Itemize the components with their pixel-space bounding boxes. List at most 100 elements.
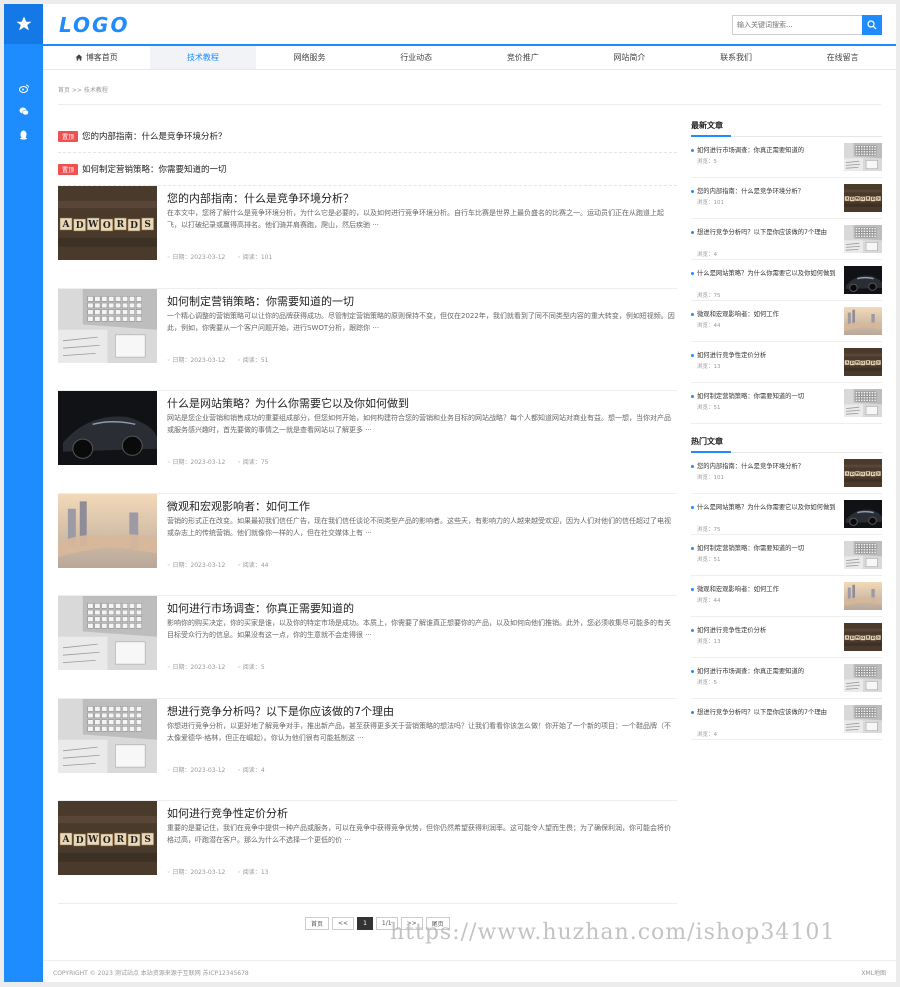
side-article-thumbnail[interactable]: [844, 143, 882, 171]
side-article-thumbnail[interactable]: [844, 389, 882, 417]
side-article-title[interactable]: 您的内部指南：什么是竞争环境分析？: [691, 461, 839, 472]
home-icon: [75, 54, 83, 61]
side-article-item[interactable]: 如何制定营销策略：你需要知道的一切 浏览：51: [691, 535, 882, 576]
pinned-title: 您的内部指南：什么是竞争环境分析？: [82, 132, 227, 142]
article-excerpt: 影响你的购买决定，你的买家是谁，以及你的特定市场是成功。本质上，你需要了解谁真正…: [167, 619, 671, 639]
nav-item-ads[interactable]: 竞价推广: [470, 46, 577, 69]
article-date: 2023-03-12: [190, 356, 226, 364]
side-article-thumbnail[interactable]: [844, 664, 882, 692]
page-current[interactable]: 1: [357, 917, 373, 930]
article-title[interactable]: 想进行竞争分析吗？以下是你应该做的7个理由: [167, 703, 394, 719]
side-article-thumbnail[interactable]: [844, 705, 882, 733]
wechat-icon[interactable]: [4, 107, 43, 116]
article-title[interactable]: 微观和宏观影响者：如何工作: [167, 498, 310, 514]
views-count: 44: [713, 598, 721, 604]
side-article-thumbnail[interactable]: [844, 225, 882, 253]
views-count: 101: [713, 475, 725, 481]
side-article-title[interactable]: 微观和宏观影响者：如何工作: [691, 309, 839, 320]
side-article-item[interactable]: 如何进行竞争性定价分析 浏览：13 ADWORDS: [691, 617, 882, 658]
side-article-thumbnail[interactable]: [844, 541, 882, 569]
article-title[interactable]: 什么是网站策略？为什么你需要它以及你如何做到: [167, 395, 409, 411]
side-article-thumbnail[interactable]: ADWORDS: [844, 348, 882, 376]
side-article-title[interactable]: 如何进行市场调查：你真正需要知道的: [691, 145, 839, 156]
views-label: 阅读：: [242, 766, 261, 774]
svg-text:O: O: [861, 636, 864, 640]
svg-text:R: R: [867, 197, 870, 201]
right-sidebar: 最新文章 如何进行市场调查：你真正需要知道的 浏览：5 您的内部指南：什么是竞争…: [691, 120, 882, 740]
article-thumbnail[interactable]: [58, 391, 157, 465]
side-article-item[interactable]: 如何进行竞争性定价分析 浏览：13 ADWORDS: [691, 342, 882, 383]
side-article-title[interactable]: 什么是网站策略？为什么你需要它以及你如何做到: [691, 268, 839, 279]
side-article-thumbnail[interactable]: [844, 500, 882, 528]
side-article-title[interactable]: 如何进行竞争性定价分析: [691, 625, 839, 636]
side-article-title[interactable]: 您的内部指南：什么是竞争环境分析？: [691, 186, 839, 197]
article-item: ADWORDS 您的内部指南：什么是竞争环境分析？ 在本文中，您将了解什么是竞争…: [58, 186, 677, 289]
article-excerpt: 重要的是要记住，我们在竞争中提供一种产品或服务，可以在竞争中获得竞争优势，但你仍…: [167, 824, 671, 844]
svg-text:D: D: [76, 221, 84, 231]
side-article-item[interactable]: 想进行竞争分析吗？以下是你应该做的7个理由 浏览：4: [691, 219, 882, 260]
article-title[interactable]: 如何制定营销策略：你需要知道的一切: [167, 293, 354, 309]
nav-item-message[interactable]: 在线留言: [789, 46, 896, 69]
nav-item-tutorials[interactable]: 技术教程: [149, 46, 257, 69]
side-article-thumbnail[interactable]: ADWORDS: [844, 459, 882, 487]
site-logo[interactable]: LOGO: [59, 13, 129, 37]
side-article-item[interactable]: 微观和宏观影响者：如何工作 浏览：44: [691, 576, 882, 617]
views-count: 5: [713, 680, 718, 686]
side-article-title[interactable]: 如何制定营销策略：你需要知道的一切: [691, 543, 839, 554]
side-article-thumbnail[interactable]: ADWORDS: [844, 184, 882, 212]
nav-item-news[interactable]: 行业动态: [363, 46, 470, 69]
article-thumbnail[interactable]: [58, 596, 157, 670]
side-article-title[interactable]: 如何进行竞争性定价分析: [691, 350, 839, 361]
article-thumbnail[interactable]: [58, 493, 157, 568]
side-article-item[interactable]: 什么是网站策略？为什么你需要它以及你如何做到 浏览：75: [691, 494, 882, 535]
article-thumbnail[interactable]: [58, 288, 157, 363]
side-article-title[interactable]: 想进行竞争分析吗？以下是你应该做的7个理由: [691, 707, 839, 718]
side-article-item[interactable]: 如何制定营销策略：你需要知道的一切 浏览：51: [691, 383, 882, 424]
svg-text:A: A: [62, 835, 71, 845]
side-article-thumbnail[interactable]: [844, 582, 882, 610]
article-thumbnail[interactable]: ADWORDS: [58, 801, 157, 875]
nav-item-home[interactable]: 博客首页: [43, 46, 150, 69]
side-article-title[interactable]: 什么是网站策略？为什么你需要它以及你如何做到: [691, 502, 839, 513]
page-prev[interactable]: <<: [332, 917, 355, 930]
pinned-item[interactable]: 置顶 如何制定营销策略：你需要知道的一切: [58, 153, 677, 186]
nav-item-contact[interactable]: 联系我们: [683, 46, 790, 69]
svg-text:S: S: [144, 835, 151, 845]
qq-icon[interactable]: [4, 130, 43, 140]
side-article-title[interactable]: 如何制定营销策略：你需要知道的一切: [691, 391, 839, 402]
side-article-title[interactable]: 微观和宏观影响者：如何工作: [691, 584, 839, 595]
side-article-thumbnail[interactable]: [844, 266, 882, 294]
page-first[interactable]: 首页: [305, 917, 330, 930]
search-input[interactable]: [732, 15, 862, 35]
side-article-thumbnail[interactable]: ADWORDS: [844, 623, 882, 651]
side-article-item[interactable]: 想进行竞争分析吗？以下是你应该做的7个理由 浏览：4: [691, 699, 882, 740]
article-title[interactable]: 如何进行竞争性定价分析: [167, 805, 288, 821]
article-title[interactable]: 您的内部指南：什么是竞争环境分析？: [167, 190, 354, 206]
views-label: 浏览：: [697, 405, 714, 411]
search-icon: [867, 20, 877, 30]
nav-item-about[interactable]: 网站简介: [576, 46, 683, 69]
article-thumbnail[interactable]: ADWORDS: [58, 186, 157, 260]
pinned-item[interactable]: 置顶 您的内部指南：什么是竞争环境分析？: [58, 120, 677, 153]
article-title[interactable]: 如何进行市场调查：你真正需要知道的: [167, 600, 354, 616]
side-article-item[interactable]: 您的内部指南：什么是竞争环境分析？ 浏览：101 ADWORDS: [691, 178, 882, 219]
side-article-thumbnail[interactable]: [844, 307, 882, 335]
weibo-icon[interactable]: [4, 84, 43, 93]
date-label: 日期：: [172, 254, 191, 261]
sitemap-link[interactable]: XML地图: [861, 968, 886, 977]
side-article-title[interactable]: 如何进行市场调查：你真正需要知道的: [691, 666, 839, 677]
article-date: 2023-03-12: [190, 766, 226, 774]
side-article-item[interactable]: 如何进行市场调查：你真正需要知道的 浏览：5: [691, 658, 882, 699]
side-article-title[interactable]: 想进行竞争分析吗？以下是你应该做的7个理由: [691, 227, 839, 238]
side-article-item[interactable]: 如何进行市场调查：你真正需要知道的 浏览：5: [691, 137, 882, 178]
article-thumbnail[interactable]: [58, 698, 157, 773]
nav-item-services[interactable]: 网络服务: [256, 46, 363, 69]
article-date: 2023-03-12: [190, 869, 226, 876]
search-button[interactable]: [862, 15, 882, 35]
side-article-item[interactable]: 您的内部指南：什么是竞争环境分析？ 浏览：101 ADWORDS: [691, 453, 882, 494]
side-article-views: 浏览：44: [697, 596, 721, 604]
side-article-item[interactable]: 微观和宏观影响者：如何工作 浏览：44: [691, 301, 882, 342]
side-article-item[interactable]: 什么是网站策略？为什么你需要它以及你如何做到 浏览：75: [691, 260, 882, 301]
views-label: 阅读：: [242, 664, 261, 671]
star-icon[interactable]: [4, 4, 43, 44]
